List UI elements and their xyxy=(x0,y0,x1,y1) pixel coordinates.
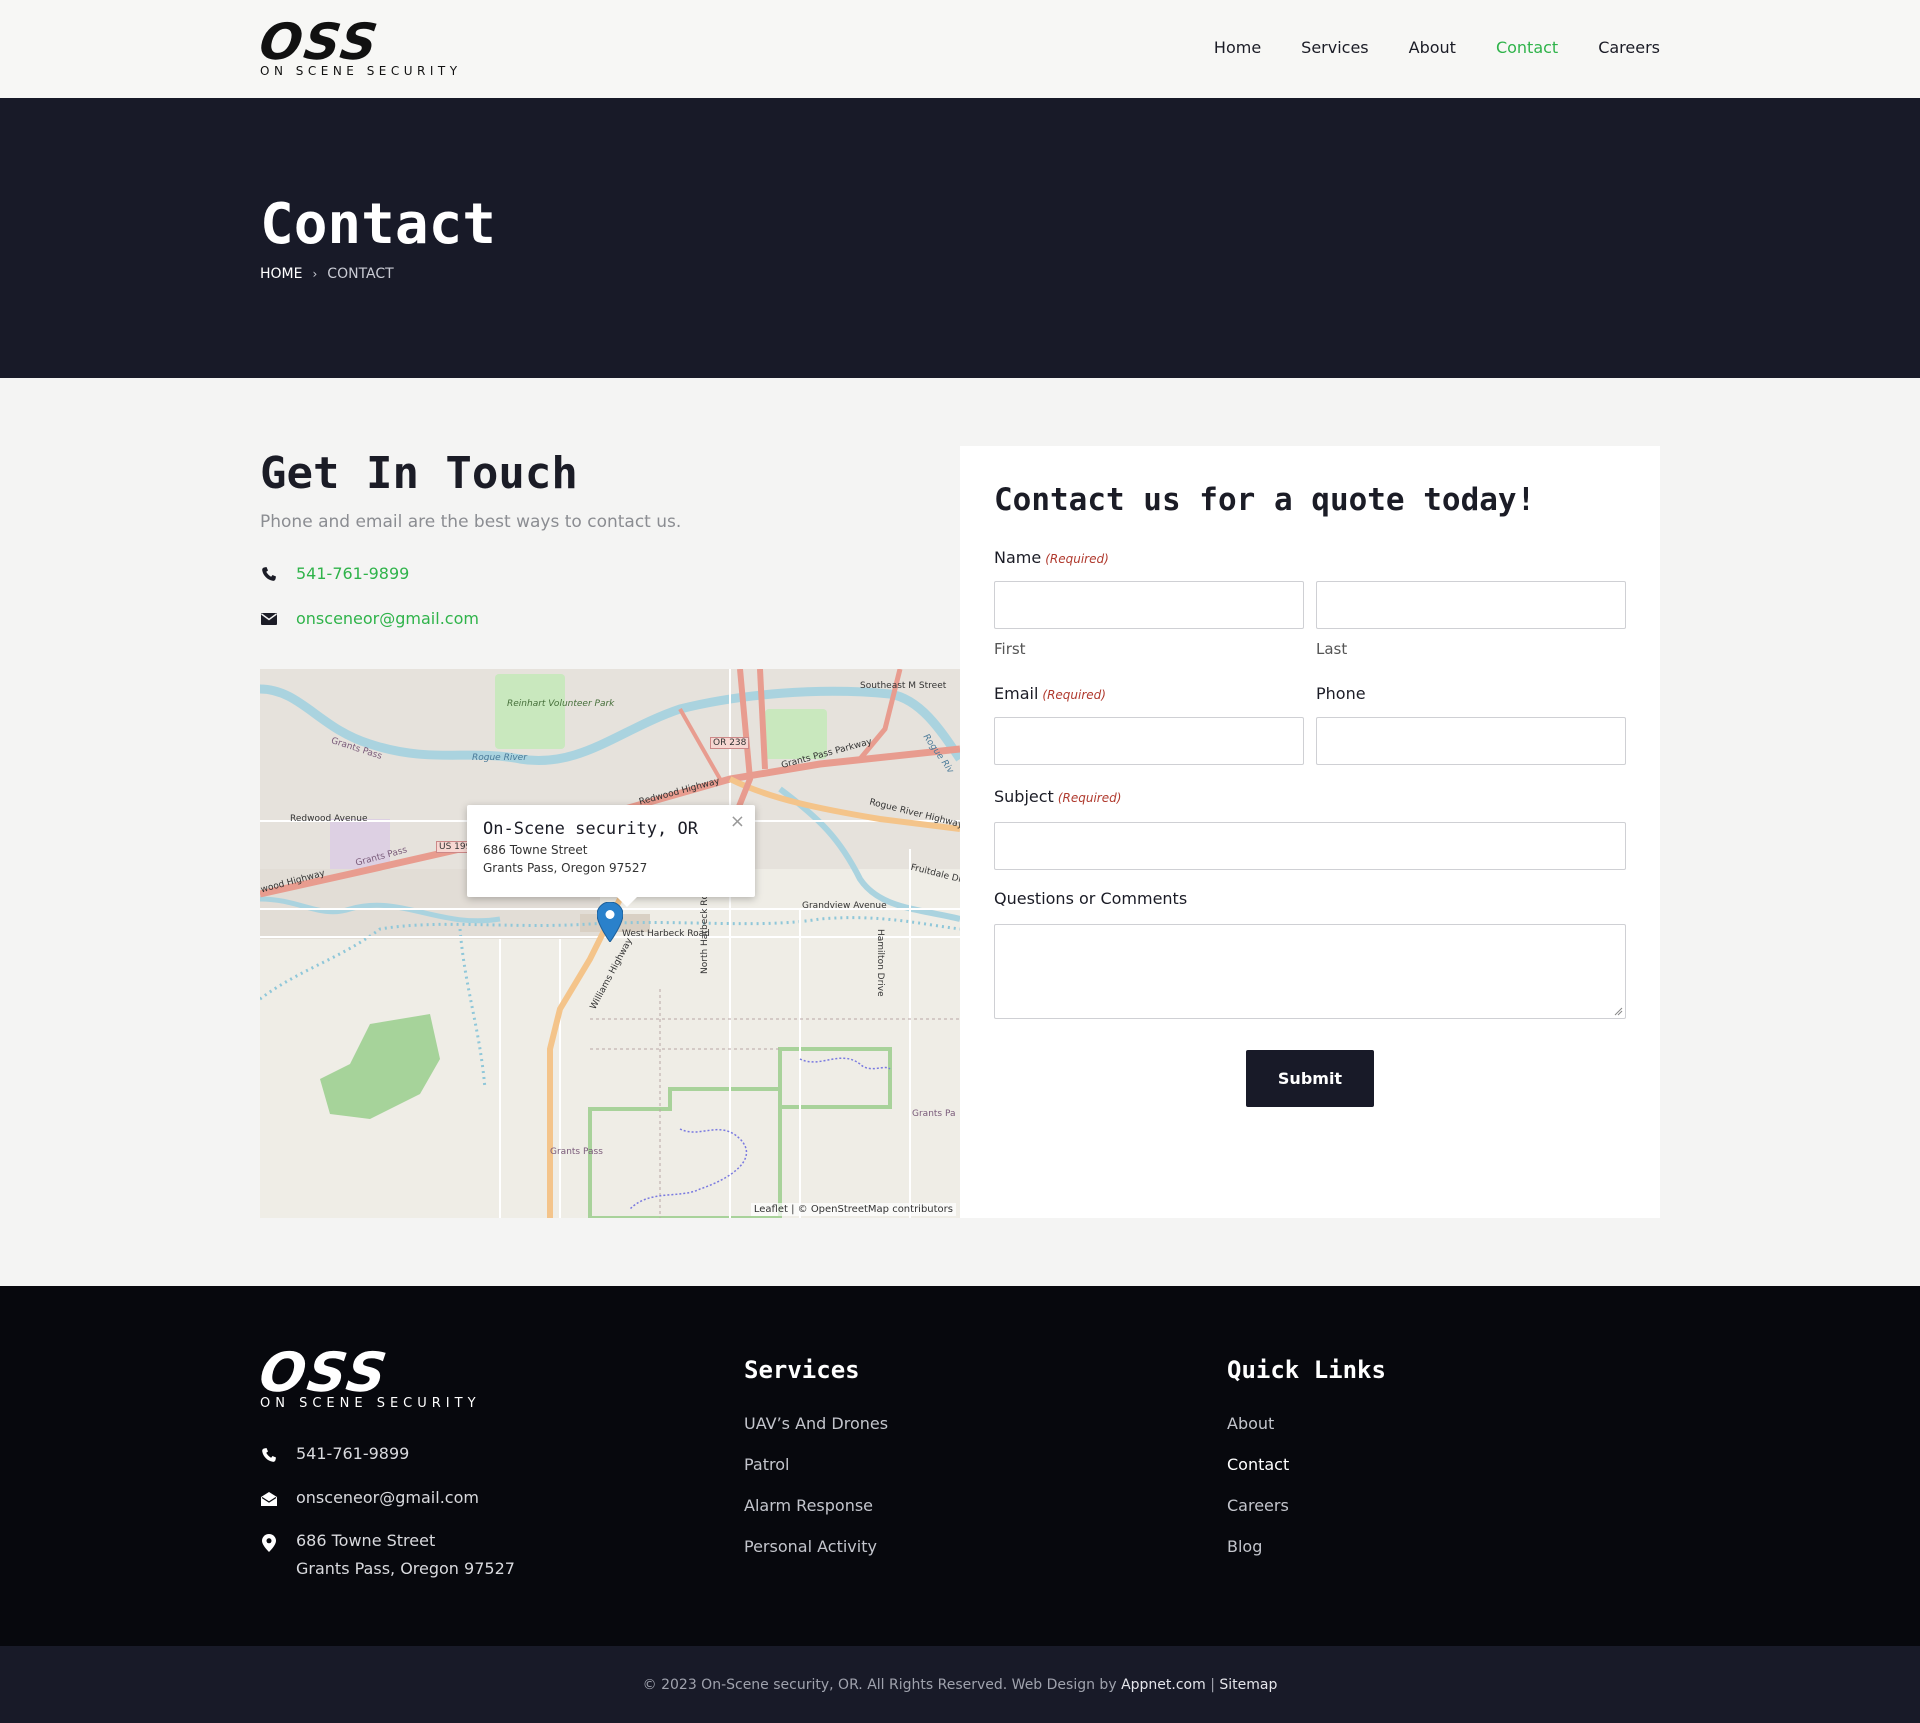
footer-services-title: Services xyxy=(744,1356,860,1384)
sitemap-link[interactable]: Sitemap xyxy=(1219,1677,1277,1693)
footer-phone-text[interactable]: 541-761-9899 xyxy=(296,1444,409,1463)
footer-phone: 541-761-9899 xyxy=(260,1444,409,1464)
contact-section: Get In Touch Phone and email are the bes… xyxy=(0,378,1920,1286)
copyright-bar: © 2023 On-Scene security, OR. All Rights… xyxy=(0,1646,1920,1723)
phone-link[interactable]: 541-761-9899 xyxy=(296,564,409,583)
name-label-text: Name xyxy=(994,548,1042,567)
footer-address-line1: 686 Towne Street xyxy=(296,1531,436,1550)
copyright-text: © 2023 On-Scene security, OR. All Rights… xyxy=(642,1676,1117,1693)
required-marker: (Required) xyxy=(1045,552,1109,566)
page-title: Contact xyxy=(260,192,497,257)
map-label: North Harbeck Rd xyxy=(700,893,710,974)
nav-contact[interactable]: Contact xyxy=(1496,38,1558,57)
email-link[interactable]: onsceneor@gmail.com xyxy=(296,609,479,628)
footer-email-text[interactable]: onsceneor@gmail.com xyxy=(296,1488,479,1507)
map-popup-address-line1: 686 Towne Street xyxy=(483,843,588,857)
contact-phone: 541-761-9899 xyxy=(260,564,409,583)
map-pin-icon[interactable] xyxy=(597,902,623,942)
footer-service-link[interactable]: UAV’s And Drones xyxy=(744,1414,888,1433)
email-label-text: Email xyxy=(994,684,1039,703)
footer-link-about[interactable]: About xyxy=(1227,1414,1274,1433)
map-label: Grants Pass xyxy=(550,1147,603,1157)
first-sublabel: First xyxy=(994,640,1026,658)
envelope-open-icon xyxy=(260,1490,278,1508)
required-marker: (Required) xyxy=(1057,791,1122,805)
nav-careers[interactable]: Careers xyxy=(1598,38,1660,57)
map-label: Grants Pa xyxy=(912,1109,956,1119)
map-attribution[interactable]: Leaflet | © OpenStreetMap contributors xyxy=(750,1203,956,1216)
map-label: Rogue River xyxy=(472,753,527,763)
location-map[interactable]: Reinhart Volunteer Park Southeast M Stre… xyxy=(260,669,960,1218)
resize-handle-icon[interactable] xyxy=(1614,1007,1623,1016)
map-label: Grandview Avenue xyxy=(802,901,887,911)
contact-email: onsceneor@gmail.com xyxy=(260,609,479,628)
footer-quicklinks-title: Quick Links xyxy=(1227,1356,1386,1384)
footer-service-link[interactable]: Patrol xyxy=(744,1455,789,1474)
map-label: Redwood Avenue xyxy=(290,814,368,824)
map-label: Southeast M Street xyxy=(860,681,947,691)
phone-icon xyxy=(260,565,278,583)
phone-icon xyxy=(260,1446,278,1464)
nav-about[interactable]: About xyxy=(1409,38,1456,57)
comments-textarea[interactable] xyxy=(994,924,1626,1019)
last-name-input[interactable] xyxy=(1316,581,1626,629)
map-label: West Harbeck Road xyxy=(622,929,710,939)
footer-logo[interactable]: OSS ON SCENE SECURITY xyxy=(255,1341,476,1411)
site-header: OSS ON SCENE SECURITY Home Services Abou… xyxy=(0,0,1920,98)
email-field[interactable] xyxy=(994,717,1304,765)
hero-banner: Contact HOME › CONTACT xyxy=(0,98,1920,378)
map-label: OR 238 xyxy=(710,737,750,749)
subject-label: Subject (Required) xyxy=(994,787,1121,806)
form-title: Contact us for a quote today! xyxy=(994,482,1536,518)
footer-service-link[interactable]: Alarm Response xyxy=(744,1496,873,1515)
map-label: Reinhart Volunteer Park xyxy=(507,699,614,709)
comments-label: Questions or Comments xyxy=(994,889,1188,908)
subject-label-text: Subject xyxy=(994,787,1054,806)
last-sublabel: Last xyxy=(1316,640,1348,658)
required-marker: (Required) xyxy=(1042,688,1106,702)
map-popup-address-line2: Grants Pass, Oregon 97527 xyxy=(483,861,648,875)
submit-button[interactable]: Submit xyxy=(1246,1050,1374,1107)
phone-label: Phone xyxy=(1316,684,1366,703)
get-in-touch-subtitle: Phone and email are the best ways to con… xyxy=(260,512,682,532)
map-popup-title: On-Scene security, OR xyxy=(483,819,698,839)
breadcrumb-current: CONTACT xyxy=(327,266,394,282)
logo[interactable]: OSS ON SCENE SECURITY xyxy=(255,13,457,78)
chevron-right-icon: › xyxy=(312,267,318,281)
footer-logo-mark: OSS xyxy=(255,1341,393,1404)
footer-link-contact[interactable]: Contact xyxy=(1227,1455,1289,1474)
map-popup: On-Scene security, OR 686 Towne Street G… xyxy=(467,805,755,897)
map-marker-icon xyxy=(260,1534,278,1552)
footer-link-blog[interactable]: Blog xyxy=(1227,1537,1262,1556)
first-name-input[interactable] xyxy=(994,581,1304,629)
envelope-icon xyxy=(260,610,278,628)
footer-address-line2: Grants Pass, Oregon 97527 xyxy=(296,1559,515,1578)
footer-email: onsceneor@gmail.com xyxy=(260,1488,479,1508)
footer-address: 686 Towne Street Grants Pass, Oregon 975… xyxy=(260,1531,515,1583)
nav-services[interactable]: Services xyxy=(1301,38,1368,57)
footer-link-careers[interactable]: Careers xyxy=(1227,1496,1289,1515)
breadcrumb-home[interactable]: HOME xyxy=(260,266,302,282)
site-footer: OSS ON SCENE SECURITY 541-761-9899 onsce… xyxy=(0,1286,1920,1646)
main-nav: Home Services About Contact Careers xyxy=(1214,38,1660,57)
get-in-touch-title: Get In Touch xyxy=(260,448,578,499)
footer-service-link[interactable]: Personal Activity xyxy=(744,1537,877,1556)
name-label: Name (Required) xyxy=(994,548,1109,567)
designer-link[interactable]: Appnet.com xyxy=(1121,1677,1206,1693)
close-icon[interactable]: × xyxy=(730,811,745,832)
phone-field[interactable] xyxy=(1316,717,1626,765)
email-label: Email (Required) xyxy=(994,684,1106,703)
nav-home[interactable]: Home xyxy=(1214,38,1261,57)
map-label: Hamilton Drive xyxy=(875,929,885,997)
subject-field[interactable] xyxy=(994,822,1626,870)
quote-form: Contact us for a quote today! Name (Requi… xyxy=(960,446,1660,1218)
breadcrumb: HOME › CONTACT xyxy=(260,266,394,282)
copyright-divider: | xyxy=(1210,1676,1215,1693)
logo-mark: OSS xyxy=(255,13,383,71)
